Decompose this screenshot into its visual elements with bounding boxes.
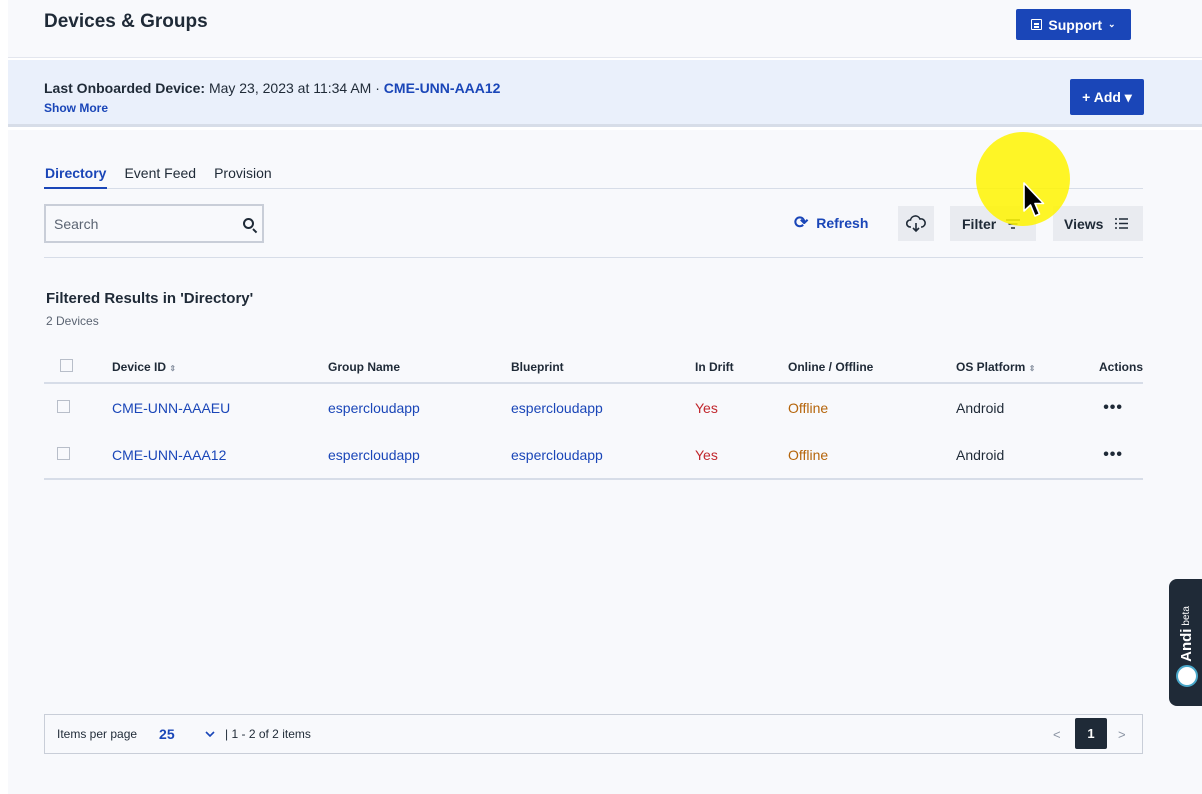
column-header-in-drift: In Drift (695, 352, 788, 384)
in-drift-value: Yes (695, 431, 788, 480)
tab-provision[interactable]: Provision (213, 160, 273, 189)
column-header-blueprint: Blueprint (511, 352, 695, 384)
column-header-os-platform[interactable]: OS Platform ⇕ (956, 352, 1069, 384)
previous-page-button[interactable]: < (1053, 727, 1061, 742)
search-input[interactable] (54, 215, 243, 232)
items-per-page-label: Items per page (57, 727, 138, 741)
list-icon (1115, 218, 1129, 229)
devices-table: Device ID ⇕ Group Name Blueprint In Drif… (44, 352, 1143, 480)
select-all-checkbox[interactable] (60, 359, 73, 372)
last-onboarded-date: May 23, 2023 at 11:34 AM (208, 80, 372, 96)
search-box (44, 204, 264, 243)
status-value: Offline (788, 431, 956, 480)
download-button[interactable] (898, 206, 934, 241)
table-row: CME-UNN-AAAEU espercloudapp espercloudap… (44, 383, 1143, 431)
group-name-link[interactable]: espercloudapp (328, 431, 511, 480)
page-title: Devices & Groups (44, 11, 208, 32)
support-label: Support (1048, 16, 1103, 33)
row-checkbox[interactable] (57, 399, 70, 413)
page-number-button[interactable]: 1 (1075, 718, 1107, 749)
search-icon[interactable] (243, 218, 254, 229)
chevron-down-icon (205, 731, 215, 737)
beta-badge: beta (1180, 606, 1192, 626)
chevron-down-icon: ⌄ (1108, 19, 1116, 29)
support-icon (1031, 19, 1043, 30)
items-range: | 1 - 2 of 2 items (225, 727, 311, 741)
tab-bar: Directory Event Feed Provision (44, 160, 1143, 189)
os-platform-value: Android (956, 399, 1005, 416)
refresh-button[interactable]: ⟳ Refresh (794, 214, 868, 231)
show-more-link[interactable]: Show More (44, 101, 108, 115)
support-button[interactable]: Support ⌄ (1016, 9, 1131, 40)
more-actions-icon[interactable]: ••• (1103, 446, 1123, 463)
andi-assistant-tab[interactable]: Andi beta (1169, 579, 1202, 706)
sort-icon[interactable]: ⇕ (169, 364, 176, 373)
items-per-page-value: 25 (159, 726, 175, 742)
table-header-row: Device ID ⇕ Group Name Blueprint In Drif… (44, 352, 1143, 384)
views-label: Views (1064, 215, 1104, 232)
filter-button[interactable]: Filter (950, 206, 1036, 241)
toolbar-divider (44, 257, 1143, 258)
andi-name: Andi (1177, 628, 1195, 662)
group-name-link[interactable]: espercloudapp (328, 383, 511, 431)
last-onboarded-banner: Last Onboarded Device: May 23, 2023 at 1… (8, 60, 1202, 127)
in-drift-value: Yes (695, 399, 718, 416)
device-id-link[interactable]: CME-UNN-AAAEU (112, 383, 328, 431)
refresh-icon: ⟳ (794, 213, 809, 232)
blueprint-link[interactable]: espercloudapp (511, 383, 695, 431)
filter-label: Filter (962, 215, 997, 232)
cloud-download-icon (906, 214, 926, 232)
blueprint-link[interactable]: espercloudapp (511, 431, 695, 480)
table-row: CME-UNN-AAA12 espercloudapp espercloudap… (44, 431, 1143, 480)
tab-directory[interactable]: Directory (44, 160, 108, 189)
banner-separator: · (375, 80, 380, 96)
andi-label: Andi beta (1151, 606, 1202, 662)
tab-event-feed[interactable]: Event Feed (123, 160, 197, 189)
last-onboarded-line: Last Onboarded Device: May 23, 2023 at 1… (44, 80, 500, 96)
directory-panel: Directory Event Feed Provision ⟳ Refresh… (8, 130, 1202, 794)
status-value: Offline (788, 399, 829, 416)
next-page-button[interactable]: > (1118, 727, 1126, 742)
andi-avatar-icon (1176, 665, 1198, 687)
more-actions-icon[interactable]: ••• (1103, 399, 1123, 416)
add-button[interactable]: + Add ▾ (1070, 79, 1144, 115)
results-count: 2 Devices (46, 314, 99, 328)
filter-lines-icon (1006, 218, 1021, 229)
sort-icon[interactable]: ⇕ (1029, 364, 1036, 373)
column-header-actions: Actions (1069, 352, 1143, 384)
page-header: Devices & Groups Support ⌄ (8, 0, 1202, 58)
pagination-bar: Items per page 25 | 1 - 2 of 2 items < 1… (44, 714, 1143, 754)
column-header-group-name: Group Name (328, 352, 511, 384)
refresh-label: Refresh (816, 214, 869, 231)
items-per-page-select[interactable]: 25 (159, 726, 215, 742)
last-onboarded-label: Last Onboarded Device: (44, 80, 206, 96)
column-header-online-offline: Online / Offline (788, 352, 956, 384)
results-title: Filtered Results in 'Directory' (46, 290, 254, 307)
row-checkbox[interactable] (57, 446, 70, 460)
views-button[interactable]: Views (1053, 206, 1143, 241)
column-header-device-id[interactable]: Device ID ⇕ (112, 352, 328, 384)
os-platform-value: Android (956, 431, 1069, 480)
last-onboarded-device-link[interactable]: CME-UNN-AAA12 (384, 80, 501, 96)
device-id-link[interactable]: CME-UNN-AAA12 (112, 431, 328, 480)
